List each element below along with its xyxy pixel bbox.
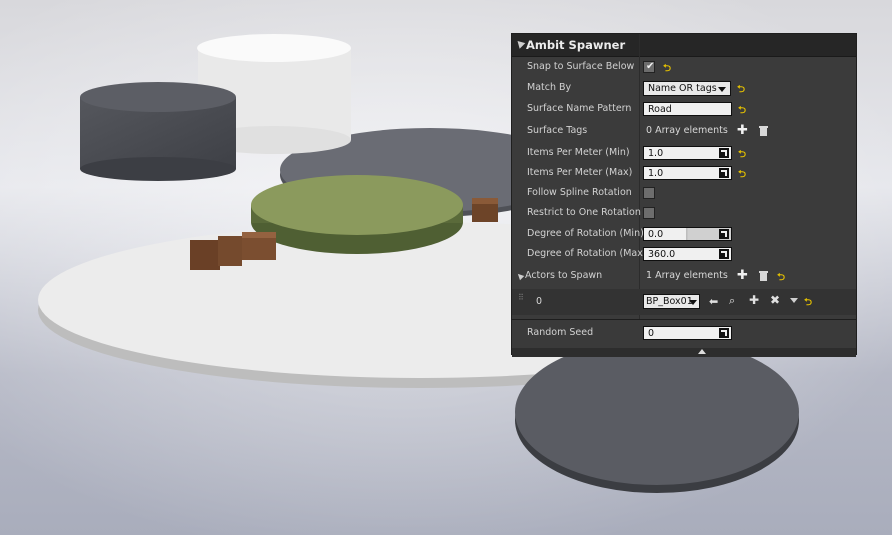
rotation-max-label: Degree of Rotation (Max) [527, 248, 647, 259]
row-rotation-min: Degree of Rotation (Min) 0.0 [512, 225, 856, 245]
reset-to-default-icon[interactable]: ⮌ [804, 295, 812, 312]
use-selected-arrow-icon[interactable]: ⬅ [709, 295, 718, 308]
row-surface-tags: Surface Tags 0 Array elements ✚ [512, 122, 856, 142]
add-element-icon[interactable]: ✚ [737, 124, 748, 137]
reset-to-default-icon[interactable]: ⮌ [777, 270, 785, 287]
panel-title: Ambit Spawner [526, 38, 626, 52]
reset-to-default-icon[interactable]: ⮌ [737, 82, 745, 99]
random-seed-label: Random Seed [527, 327, 594, 338]
chevron-down-icon[interactable] [790, 298, 798, 303]
browse-search-icon[interactable]: ⌕ [729, 294, 735, 308]
rotation-min-slider[interactable]: 0.0 [643, 227, 732, 241]
add-element-icon[interactable]: ✚ [737, 269, 748, 282]
chevron-down-icon [689, 300, 697, 305]
drag-handle-icon[interactable]: ⠿ [518, 294, 524, 308]
spin-arrows-icon [719, 328, 729, 338]
row-actors-to-spawn: Actors to Spawn 1 Array elements ✚ ⮌ [512, 267, 856, 287]
rotation-max-slider[interactable]: 360.0 [643, 247, 732, 261]
restrict-rotation-checkbox[interactable] [643, 207, 655, 219]
reset-to-default-icon[interactable]: ⮌ [663, 61, 671, 78]
snap-to-surface-checkbox[interactable]: ✔ [643, 61, 655, 73]
match-by-dropdown[interactable]: Name OR tags [643, 81, 731, 96]
trash-icon[interactable] [759, 270, 768, 281]
surface-name-pattern-input[interactable]: Road [643, 102, 732, 116]
add-icon[interactable]: ✚ [749, 293, 759, 307]
grass-disc [251, 175, 463, 254]
row-match-by: Match By Name OR tags ⮌ [512, 79, 856, 99]
ambit-spawner-details-panel: Ambit Spawner Snap to Surface Below ✔ ⮌ … [511, 33, 857, 357]
reset-to-default-icon[interactable]: ⮌ [738, 147, 746, 164]
actor-class-value: BP_Box01 [646, 296, 693, 307]
actor-element-row: ⠿ 0 BP_Box01 ⬅ ⌕ ✚ ✖ ⮌ [512, 289, 856, 315]
actor-class-dropdown[interactable]: BP_Box01 [643, 294, 700, 309]
follow-spline-checkbox[interactable] [643, 187, 655, 199]
actors-to-spawn-label: Actors to Spawn [525, 270, 603, 281]
row-surface-name-pattern: Surface Name Pattern Road ⮌ [512, 100, 856, 120]
spin-arrows-icon [719, 168, 729, 178]
row-snap-to-surface: Snap to Surface Below ✔ ⮌ [512, 58, 856, 78]
random-seed-value: 0 [648, 328, 655, 339]
gray-disc-front [515, 339, 799, 493]
surface-tags-label: Surface Tags [527, 125, 588, 136]
row-items-per-meter-max: Items Per Meter (Max) 1.0 ⮌ [512, 164, 856, 184]
spin-arrows-icon [719, 229, 729, 239]
chevron-down-icon [718, 87, 726, 92]
row-random-seed: Random Seed 0 [512, 324, 856, 344]
reset-to-default-icon[interactable]: ⮌ [738, 167, 746, 184]
rotation-min-label: Degree of Rotation (Min) [527, 228, 644, 239]
match-by-label: Match By [527, 82, 572, 93]
row-follow-spline-rotation: Follow Spline Rotation [512, 184, 856, 204]
rotation-min-value: 0.0 [648, 229, 664, 240]
random-seed-spinbox[interactable]: 0 [643, 326, 732, 340]
checkmark-icon: ✔ [646, 61, 655, 72]
rotation-max-value: 360.0 [648, 249, 676, 260]
collapse-triangle-icon[interactable] [515, 271, 525, 281]
items-min-value: 1.0 [648, 148, 664, 159]
snap-to-surface-label: Snap to Surface Below [527, 61, 635, 72]
collapse-up-icon [698, 349, 706, 354]
items-min-spinbox[interactable]: 1.0 [643, 146, 732, 160]
follow-spline-label: Follow Spline Rotation [527, 187, 632, 198]
items-min-label: Items Per Meter (Min) [527, 147, 630, 158]
row-rotation-max: Degree of Rotation (Max) 360.0 [512, 245, 856, 265]
dark-cylinder [80, 82, 236, 181]
row-restrict-rotation: Restrict to One Rotation [512, 204, 856, 224]
trash-icon[interactable] [759, 125, 768, 136]
items-max-label: Items Per Meter (Max) [527, 167, 633, 178]
match-by-value: Name OR tags [648, 83, 717, 94]
items-max-value: 1.0 [648, 168, 664, 179]
advanced-section: Random Seed 0 [512, 319, 856, 357]
actors-count: 1 Array elements [646, 270, 728, 281]
items-max-spinbox[interactable]: 1.0 [643, 166, 732, 180]
row-items-per-meter-min: Items Per Meter (Min) 1.0 ⮌ [512, 144, 856, 164]
clear-icon[interactable]: ✖ [770, 293, 780, 307]
reset-to-default-icon[interactable]: ⮌ [738, 103, 746, 120]
surface-name-pattern-label: Surface Name Pattern [527, 103, 632, 114]
surface-tags-count: 0 Array elements [646, 125, 728, 136]
spin-arrows-icon [719, 249, 729, 259]
element-index: 0 [536, 296, 543, 307]
advanced-toggle[interactable] [512, 348, 856, 357]
spin-arrows-icon [719, 148, 729, 158]
restrict-rotation-label: Restrict to One Rotation [527, 207, 641, 218]
collapse-triangle-icon[interactable] [514, 38, 526, 49]
panel-header[interactable]: Ambit Spawner [512, 34, 856, 57]
